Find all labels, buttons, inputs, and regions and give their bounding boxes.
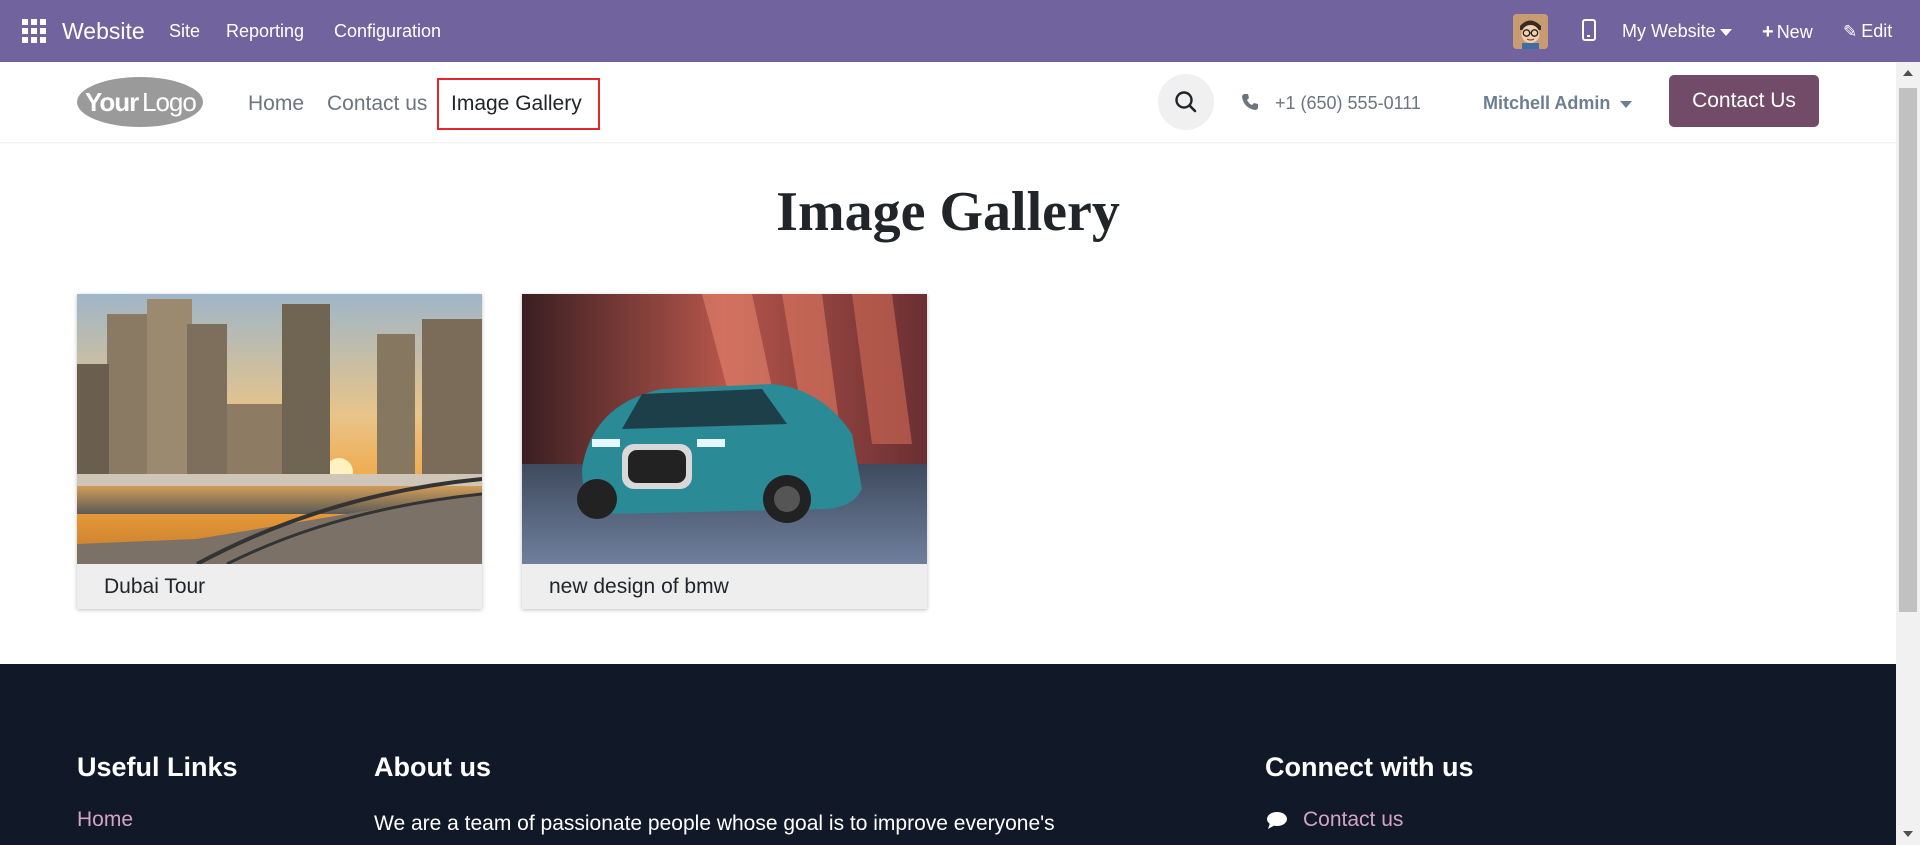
card-caption: new design of bmw — [549, 575, 729, 598]
menu-configuration[interactable]: Configuration — [334, 21, 441, 42]
odoo-top-bar: Website Site Reporting Configuration My … — [0, 0, 1920, 62]
card-caption: Dubai Tour — [104, 575, 206, 598]
pencil-icon: ✎ — [1843, 22, 1858, 41]
plus-icon: + — [1762, 21, 1774, 43]
user-menu-label: Mitchell Admin — [1483, 93, 1611, 113]
apps-menu-icon[interactable] — [22, 19, 46, 43]
page-title: Image Gallery — [776, 181, 1120, 243]
search-icon — [1175, 91, 1197, 113]
site-logo[interactable]: Your Logo — [76, 76, 204, 128]
svg-text:Logo: Logo — [142, 87, 196, 117]
about-us-text: We are a team of passionate people whose… — [374, 812, 1055, 835]
about-us-heading: About us — [374, 752, 491, 782]
menu-reporting[interactable]: Reporting — [226, 21, 304, 42]
useful-links-heading: Useful Links — [77, 752, 238, 782]
site-footer: Useful Links Home About us We are a team… — [0, 664, 1896, 845]
nav-home[interactable]: Home — [248, 92, 304, 116]
svg-text:Your: Your — [85, 87, 139, 117]
footer-link-home[interactable]: Home — [77, 808, 133, 832]
nav-contact-us[interactable]: Contact us — [327, 92, 427, 116]
scroll-down-arrow[interactable] — [1903, 831, 1913, 837]
new-button[interactable]: + New — [1762, 21, 1813, 44]
website-header: Your Logo Home Contact us Image Gallery … — [0, 62, 1896, 142]
footer-link-contact-us[interactable]: Contact us — [1303, 808, 1403, 832]
chevron-down-icon — [1620, 100, 1633, 108]
nav-image-gallery-label: Image Gallery — [451, 92, 582, 115]
website-switcher[interactable]: My Website — [1622, 21, 1732, 42]
website-switcher-label: My Website — [1622, 21, 1716, 41]
edit-button-label: Edit — [1861, 21, 1893, 41]
edit-button[interactable]: ✎ Edit — [1843, 21, 1892, 42]
search-button[interactable] — [1158, 74, 1214, 130]
page-scrollbar[interactable] — [1896, 62, 1920, 845]
chat-bubble-icon — [1266, 811, 1288, 829]
user-menu[interactable]: Mitchell Admin — [1483, 93, 1633, 114]
scroll-thumb[interactable] — [1899, 88, 1917, 612]
phone-icon — [1241, 93, 1259, 116]
connect-heading: Connect with us — [1265, 752, 1474, 782]
chevron-down-icon — [1719, 28, 1732, 36]
contact-us-button[interactable]: Contact Us — [1669, 75, 1819, 127]
phone-number[interactable]: +1 (650) 555-0111 — [1275, 93, 1421, 114]
app-name[interactable]: Website — [62, 18, 145, 45]
scroll-up-arrow[interactable] — [1903, 70, 1913, 76]
gallery-card[interactable]: Dubai Tour — [77, 294, 482, 609]
gallery-card[interactable]: new design of bmw — [522, 294, 927, 609]
bmw-car-image — [522, 294, 927, 564]
dubai-skyline-image — [77, 294, 482, 564]
nav-image-gallery[interactable]: Image Gallery — [437, 78, 600, 130]
mobile-preview-icon[interactable] — [1582, 19, 1596, 41]
new-button-label: New — [1776, 22, 1813, 42]
menu-site[interactable]: Site — [169, 21, 200, 42]
user-avatar[interactable] — [1513, 14, 1548, 49]
